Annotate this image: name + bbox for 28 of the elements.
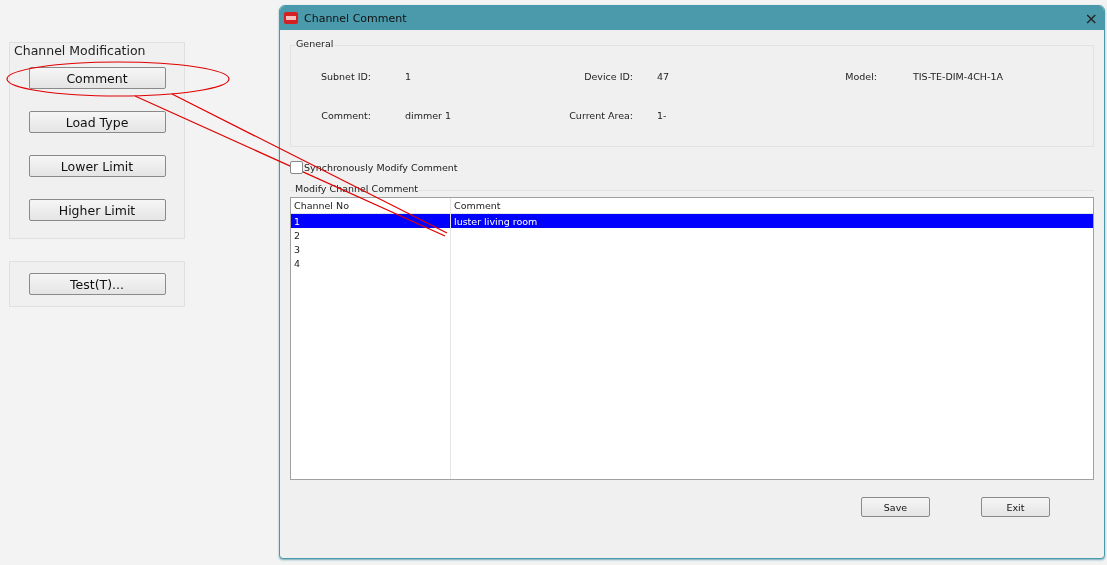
dialog-button[interactable]: Exit [981,497,1050,517]
table-cell[interactable]: 2 [291,228,451,242]
window-title: Channel Comment [304,11,408,25]
action-button[interactable]: Load Type [28,111,166,133]
action-button[interactable]: Lower Limit [28,155,166,177]
field-value: TIS-TE-DIM-4CH-1A [913,71,1004,82]
field-value: dimmer 1 [405,110,452,121]
field-value: 1- [657,110,668,121]
app-logo-icon [284,12,298,24]
field-label: Subnet ID: [321,71,371,82]
table-cell[interactable]: 1 [291,214,451,228]
field-label: Device ID: [584,71,633,82]
table-cell[interactable]: luster living room [451,214,1093,228]
field-value: 47 [657,71,671,82]
field-label: Comment: [321,110,371,121]
group-title: General [295,38,335,49]
table-cell[interactable]: 4 [291,256,451,270]
test-button[interactable]: Test(T)... [28,273,166,295]
action-button[interactable]: Higher Limit [28,199,166,221]
close-icon[interactable]: × [1084,8,1098,28]
checkbox[interactable] [290,161,303,174]
field-label: Current Area: [569,110,633,121]
group-title: Channel Modification [13,43,147,58]
field-label: Model: [845,71,877,82]
table-cell[interactable]: 3 [291,242,451,256]
action-button[interactable]: Comment [28,67,166,89]
dialog-button[interactable]: Save [861,497,930,517]
field-value: 1 [405,71,413,82]
